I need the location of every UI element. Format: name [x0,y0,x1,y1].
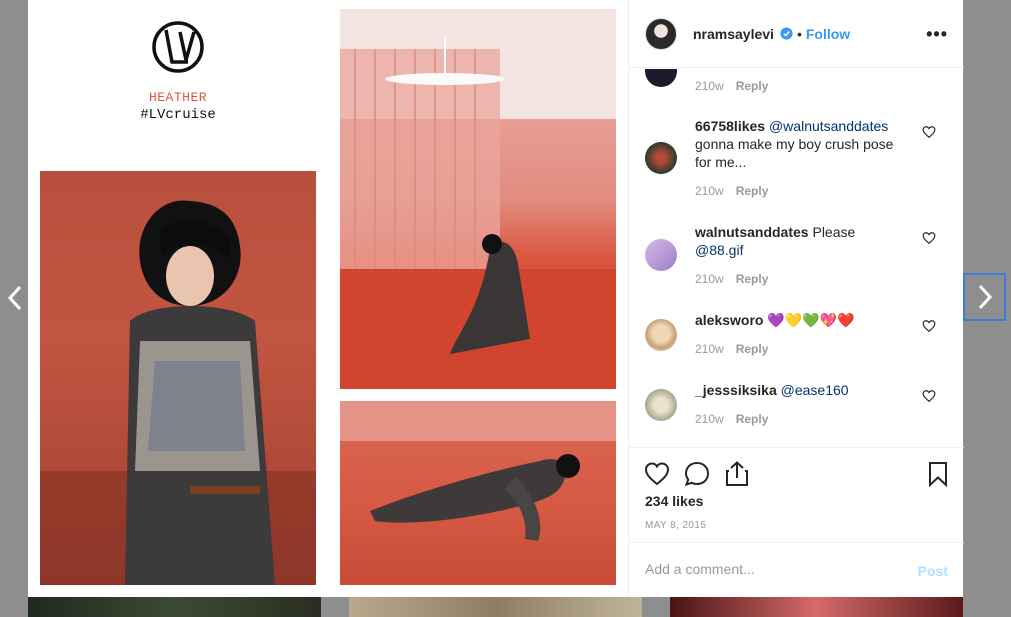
likes-count[interactable]: 234 likes [645,493,703,509]
like-comment-icon[interactable] [922,125,936,139]
bookmark-icon[interactable] [924,460,952,488]
reply-button[interactable]: Reply [736,342,769,356]
collage-photo-room-lying [340,401,616,585]
next-post-arrow[interactable] [963,273,1006,321]
grid-thumbnail[interactable] [349,597,642,617]
collage-heather-text: HEATHER [148,90,208,105]
share-icon[interactable] [723,460,751,488]
chevron-right-icon [978,284,992,310]
reply-button[interactable]: Reply [736,272,769,286]
comment-mention[interactable]: @88.gif [695,241,910,259]
author-avatar[interactable] [645,17,677,50]
comment-body: Please [812,224,856,240]
chevron-left-icon [7,285,22,311]
comment-time: 210w [695,79,724,93]
commenter-avatar[interactable] [645,389,677,421]
comment-meta: 210w Reply [695,272,768,286]
comment-time: 210w [695,342,724,356]
commenter-username[interactable]: walnutsanddates [695,224,809,240]
add-comment-bar: Post [629,542,964,597]
comment-meta: 210w Reply [695,79,768,93]
post-info-panel: nramsaylevi • Follow ••• 210w Reply 6675… [628,0,964,597]
post-header: nramsaylevi • Follow ••• [629,0,964,68]
commenter-avatar[interactable] [645,319,677,351]
previous-post-arrow[interactable] [0,280,30,316]
post-comment-button[interactable]: Post [918,563,948,579]
commenter-avatar[interactable] [645,239,677,271]
comment-body: 💜💛💚💖❤️ [767,312,855,328]
author-username[interactable]: nramsaylevi [693,26,774,42]
collage-photo-room-kneeling [340,9,616,389]
grid-thumbnail[interactable] [670,597,963,617]
comment-mention[interactable]: @walnutsanddates [769,118,888,134]
header-separator: • [796,25,802,42]
post-modal: HEATHER #LVcruise nramsaylevi • Follow •… [28,0,964,597]
comment-body: gonna make my boy crush pose for me... [695,136,894,170]
follow-button[interactable]: Follow [806,26,850,42]
post-media[interactable]: HEATHER #LVcruise [28,0,628,597]
comment-text: _jesssiksika @ease160 [695,381,910,399]
comment-time: 210w [695,272,724,286]
comments-list[interactable]: 210w Reply 66758likes @walnutsanddates go… [629,69,964,447]
comment-meta: 210w Reply [695,412,768,426]
like-comment-icon[interactable] [922,389,936,403]
comment-text: 66758likes @walnutsanddates gonna make m… [695,117,910,171]
comment-mention[interactable]: @ease160 [781,382,849,398]
like-comment-icon[interactable] [922,231,936,245]
comment-time: 210w [695,184,724,198]
verified-badge-icon [780,27,793,40]
grid-thumbnail[interactable] [28,597,321,617]
commenter-username[interactable]: 66758likes [695,118,765,134]
comment-bubble-icon[interactable] [683,460,711,488]
commenter-username[interactable]: aleksworo [695,312,763,328]
commenter-avatar[interactable] [645,142,677,174]
lv-logo [152,21,204,73]
like-heart-icon[interactable] [643,460,671,488]
comment-text: walnutsanddates Please @88.gif [695,223,910,259]
reply-button[interactable]: Reply [736,412,769,426]
commenter-avatar[interactable] [645,69,677,87]
post-date: MAY 8, 2015 [645,520,707,531]
like-comment-icon[interactable] [922,319,936,333]
comment-text: aleksworo 💜💛💚💖❤️ [695,311,910,329]
reply-button[interactable]: Reply [736,184,769,198]
reply-button[interactable]: Reply [736,79,769,93]
commenter-username[interactable]: _jesssiksika [695,382,777,398]
collage-photo-portrait [40,171,316,585]
more-options-icon[interactable]: ••• [926,24,948,45]
add-comment-input[interactable] [645,561,895,577]
post-actions: 234 likes MAY 8, 2015 [629,447,964,542]
comment-time: 210w [695,412,724,426]
comment-meta: 210w Reply [695,184,768,198]
collage-hashtag: #LVcruise [140,107,216,123]
comment-meta: 210w Reply [695,342,768,356]
